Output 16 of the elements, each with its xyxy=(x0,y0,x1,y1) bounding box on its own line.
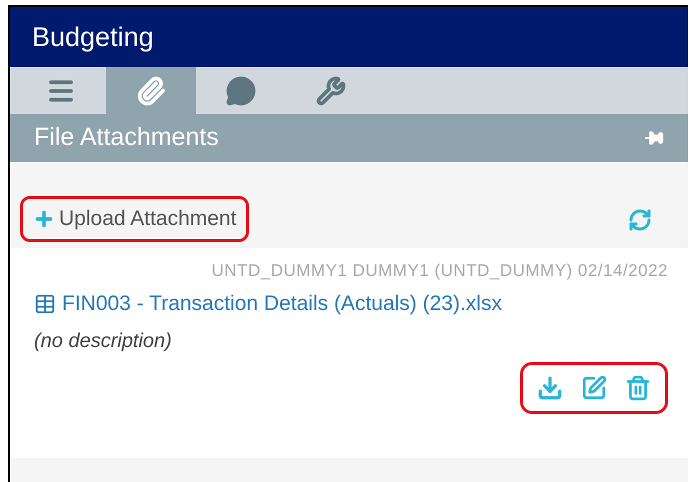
download-icon[interactable] xyxy=(537,375,563,401)
speech-bubble-icon xyxy=(226,76,256,106)
edit-icon[interactable] xyxy=(581,375,607,401)
delete-icon[interactable] xyxy=(625,375,651,401)
attachment-description: (no description) xyxy=(34,329,173,354)
spreadsheet-icon xyxy=(34,293,56,315)
refresh-icon[interactable] xyxy=(628,208,652,232)
file-link[interactable]: FIN003 - Transaction Details (Actuals) (23).xlsx xyxy=(32,290,632,318)
attachment-meta: UNTD_DUMMY1 DUMMY1 (UNTD_DUMMY) 02/14/2022 xyxy=(210,260,668,282)
panel-title: File Attachments xyxy=(34,122,219,154)
window-title: Budgeting xyxy=(32,20,154,54)
upload-button[interactable]: Upload Attachment xyxy=(20,196,250,242)
paperclip-icon xyxy=(136,76,166,106)
wrench-icon xyxy=(316,76,346,106)
plus-icon xyxy=(33,208,55,230)
tab[interactable] xyxy=(106,67,196,114)
